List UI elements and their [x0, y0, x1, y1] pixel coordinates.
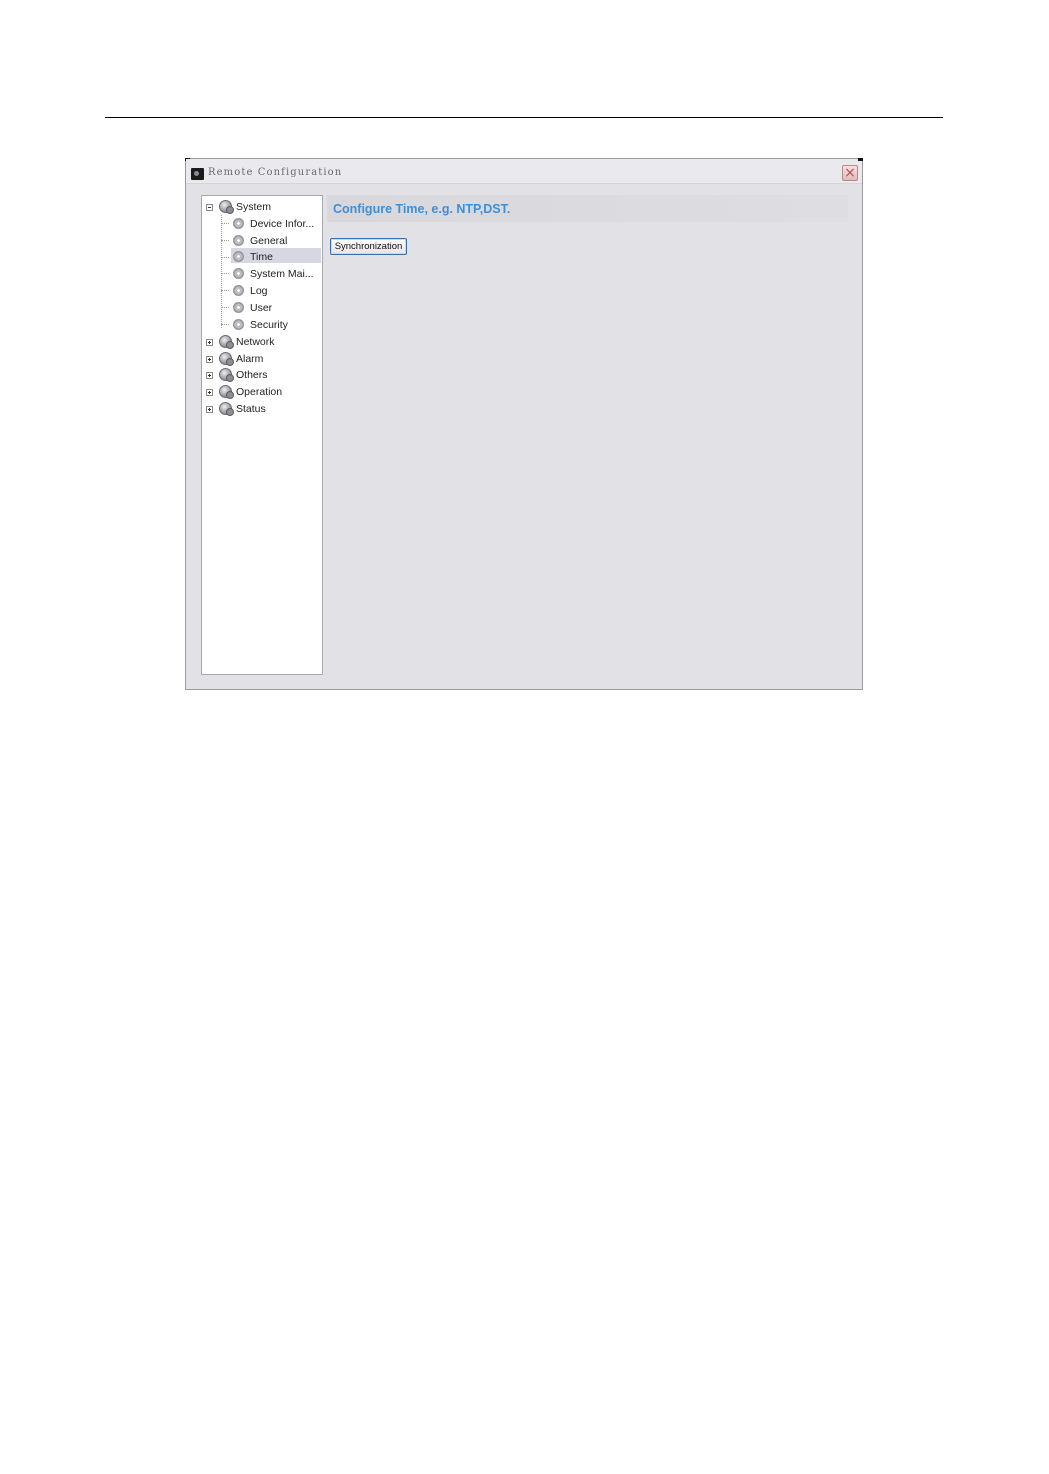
- gear-icon: [233, 235, 244, 246]
- gear-icon: [233, 302, 244, 313]
- tree-node-label: Alarm: [236, 353, 264, 365]
- tree-node-time[interactable]: Time: [202, 249, 320, 265]
- section-title: Configure Time, e.g. NTP,DST.: [333, 202, 511, 216]
- gear-icon: [233, 268, 244, 279]
- tree-node-general[interactable]: General: [202, 233, 320, 249]
- gear-icon: [233, 218, 244, 229]
- globe-icon: [219, 402, 234, 416]
- globe-icon: [219, 385, 234, 399]
- tree-node-label: User: [250, 302, 273, 314]
- tree-node-label: General: [250, 235, 288, 247]
- tree-node-label: Network: [236, 336, 275, 348]
- expand-icon[interactable]: [206, 356, 213, 363]
- tree-node-label: Security: [250, 319, 288, 331]
- section-header-band: Configure Time, e.g. NTP,DST.: [327, 195, 848, 222]
- globe-icon: [219, 352, 234, 366]
- tree-node-system-maintenance[interactable]: System Mai...: [202, 266, 320, 282]
- expand-icon[interactable]: [206, 389, 213, 396]
- tree-node-system[interactable]: System: [202, 199, 320, 215]
- tree-node-device-information[interactable]: Device Infor...: [202, 216, 320, 232]
- tree-node-label: Time: [250, 251, 273, 263]
- gear-icon: [233, 319, 244, 330]
- globe-icon: [219, 368, 234, 382]
- expand-icon[interactable]: [206, 406, 213, 413]
- tree-node-alarm[interactable]: Alarm: [202, 351, 320, 367]
- tree-node-label: Device Infor...: [250, 218, 315, 230]
- close-button[interactable]: ×: [842, 165, 858, 181]
- tree-node-others[interactable]: Others: [202, 367, 320, 383]
- tree-node-label: System: [236, 201, 272, 213]
- tree-node-user[interactable]: User: [202, 300, 320, 316]
- tree-node-label: Status: [236, 403, 266, 415]
- close-icon: ×: [844, 165, 856, 181]
- gear-icon: [233, 251, 244, 262]
- collapse-icon[interactable]: [206, 204, 213, 211]
- tree-node-label: Log: [250, 285, 268, 297]
- tree-node-label: Operation: [236, 386, 283, 398]
- page-header-rule: [105, 117, 943, 118]
- tree-node-operation[interactable]: Operation: [202, 384, 320, 400]
- app-camera-icon: [191, 168, 204, 180]
- tree-node-label: Others: [236, 369, 268, 381]
- tree-node-log[interactable]: Log: [202, 283, 320, 299]
- title-bar[interactable]: Remote Configuration ×: [186, 159, 862, 184]
- globe-icon: [219, 200, 234, 214]
- gear-icon: [233, 285, 244, 296]
- expand-icon[interactable]: [206, 372, 213, 379]
- window-title: Remote Configuration: [208, 167, 343, 178]
- synchronization-button[interactable]: Synchronization: [330, 238, 407, 255]
- tree-node-status[interactable]: Status: [202, 401, 320, 417]
- remote-configuration-window: Remote Configuration × System Device Inf…: [185, 158, 863, 690]
- tree-node-network[interactable]: Network: [202, 334, 320, 350]
- globe-icon: [219, 335, 234, 349]
- tree-node-security[interactable]: Security: [202, 317, 320, 333]
- expand-icon[interactable]: [206, 339, 213, 346]
- config-tree: System Device Infor... General Time Syst…: [201, 195, 323, 675]
- tree-node-label: System Mai...: [250, 268, 314, 280]
